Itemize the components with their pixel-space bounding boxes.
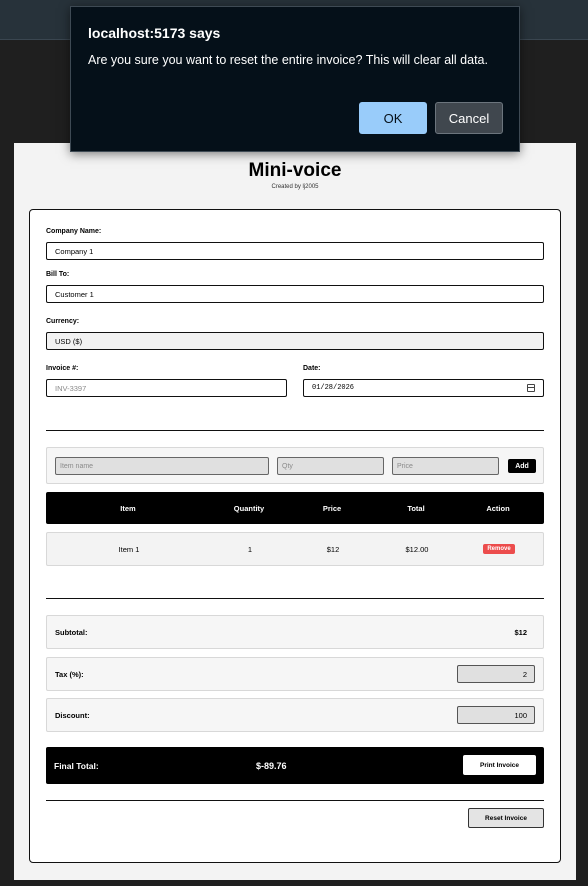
price-placeholder: Price <box>397 462 413 470</box>
invoice-card: Company Name: Company 1 Bill To: Custome… <box>29 209 561 863</box>
invoice-number-placeholder: INV-3397 <box>55 383 87 393</box>
cell-quantity: 1 <box>247 544 253 554</box>
company-name-value: Company 1 <box>55 246 94 256</box>
final-total-value: $-89.76 <box>256 760 287 771</box>
items-table-header: Item Quantity Price Total Action <box>46 492 544 524</box>
cell-price: $12 <box>326 544 340 554</box>
remove-item-button[interactable]: Remove <box>483 544 515 554</box>
add-item-button[interactable]: Add <box>508 459 536 473</box>
company-name-input[interactable]: Company 1 <box>46 242 544 260</box>
currency-label: Currency: <box>46 318 80 325</box>
date-value: 01/28/2026 <box>312 384 355 392</box>
divider <box>46 430 544 431</box>
confirm-dialog: localhost:5173 says Are you sure you wan… <box>70 6 520 152</box>
tax-input[interactable]: 2 <box>457 665 535 683</box>
discount-row: Discount: 100 <box>46 698 544 732</box>
dialog-title: localhost:5173 says <box>88 25 221 41</box>
divider <box>46 598 544 599</box>
quantity-placeholder: Qty <box>282 462 293 470</box>
bill-to-input[interactable]: Customer 1 <box>46 285 544 303</box>
final-total-row: Final Total: $-89.76 Print Invoice <box>46 747 544 784</box>
reset-invoice-button[interactable]: Reset Invoice <box>468 808 544 828</box>
currency-value: USD ($) <box>55 336 83 346</box>
discount-label: Discount: <box>55 710 90 720</box>
dialog-message: Are you sure you want to reset the entir… <box>88 53 488 67</box>
app-subtitle: Created by lj2005 <box>271 184 319 190</box>
app-page: Mini-voice Created by lj2005 Company Nam… <box>14 143 576 880</box>
company-name-label: Company Name: <box>46 228 102 235</box>
subtotal-label: Subtotal: <box>55 627 88 637</box>
subtotal-value: $12 <box>514 627 527 637</box>
item-name-placeholder: Item name <box>60 462 94 470</box>
price-input[interactable]: Price <box>392 457 499 475</box>
subtotal-row: Subtotal: $12 <box>46 615 544 649</box>
invoice-number-label: Invoice #: <box>46 365 79 372</box>
discount-input[interactable]: 100 <box>457 706 535 724</box>
add-item-row: Item name Qty Price Add <box>46 447 544 484</box>
invoice-number-input[interactable]: INV-3397 <box>46 379 287 397</box>
ok-button[interactable]: OK <box>359 102 427 134</box>
calendar-icon[interactable] <box>527 384 535 392</box>
column-header-action: Action <box>486 503 510 513</box>
item-name-input[interactable]: Item name <box>55 457 269 475</box>
tax-label: Tax (%): <box>55 669 84 679</box>
final-total-label: Final Total: <box>54 760 99 771</box>
bill-to-value: Customer 1 <box>55 289 94 299</box>
cell-item: Item 1 <box>118 544 140 554</box>
cell-action: Remove <box>451 533 547 565</box>
tax-row: Tax (%): 2 <box>46 657 544 691</box>
column-header-quantity: Quantity <box>233 503 265 513</box>
currency-select[interactable]: USD ($) <box>46 332 544 350</box>
column-header-item: Item <box>120 503 136 513</box>
print-invoice-button[interactable]: Print Invoice <box>463 755 536 775</box>
date-label: Date: <box>303 365 321 372</box>
table-row: Item 1 1 $12 $12.00 Remove <box>46 532 544 566</box>
app-title: Mini-voice <box>248 160 342 181</box>
column-header-price: Price <box>322 503 342 513</box>
quantity-input[interactable]: Qty <box>277 457 384 475</box>
bill-to-label: Bill To: <box>46 271 70 278</box>
cancel-button[interactable]: Cancel <box>435 102 503 134</box>
date-input[interactable]: 01/28/2026 <box>303 379 544 397</box>
divider <box>46 800 544 801</box>
